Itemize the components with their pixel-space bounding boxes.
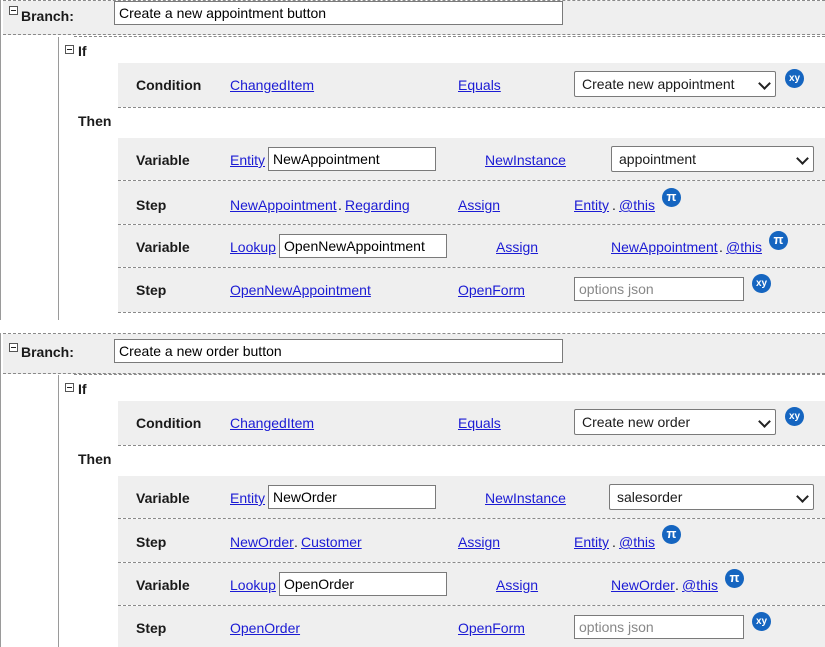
collapse-toggle-icon[interactable] [9,343,18,352]
source-link[interactable]: Entity [574,197,609,213]
then-label: Then [78,451,112,467]
entity-select[interactable]: salesorder [609,484,814,510]
condition-row: Condition ChangedItem Equals Create new … [118,401,825,445]
if-label: If [78,43,87,59]
row-label: Step [136,620,167,636]
step-property-link[interactable]: Regarding [345,197,410,213]
source-link[interactable]: NewOrder [611,577,675,593]
variable-kind-link[interactable]: Lookup [230,577,276,593]
condition-value-text: Create new appointment [582,76,735,92]
chevron-down-icon [758,415,771,428]
variable-name-input[interactable] [279,572,447,596]
condition-label: Condition [136,415,202,431]
variable-kind-link[interactable]: Entity [230,152,265,168]
chevron-down-icon [758,77,771,90]
variable-row: Variable Lookup Assign NewAppointment . … [118,225,825,267]
variable-name-input[interactable] [268,147,436,171]
separator-dot: . [612,197,616,213]
source-property-link[interactable]: @this [682,577,718,593]
options-json-input[interactable] [574,615,744,639]
action-link[interactable]: Assign [458,197,500,213]
entity-select[interactable]: appointment [611,146,814,172]
separator-dot: . [612,534,616,550]
condition-value-text: Create new order [582,414,691,430]
pi-badge-icon[interactable]: π [662,525,681,544]
pi-badge-icon[interactable]: π [725,569,744,588]
separator-dot: . [719,239,723,255]
source-property-link[interactable]: @this [619,534,655,550]
source-property-link[interactable]: @this [726,239,762,255]
options-json-input[interactable] [574,277,744,301]
variable-row: Variable Entity NewInstance appointment [118,138,825,180]
row-label: Variable [136,239,190,255]
action-link[interactable]: Assign [496,577,538,593]
condition-operator-link[interactable]: Equals [458,415,501,431]
row-label: Step [136,282,167,298]
condition-label: Condition [136,77,202,93]
branch-label: Branch: [21,8,74,24]
collapse-toggle-icon[interactable] [9,6,18,15]
step-target-link[interactable]: OpenOrder [230,620,300,636]
variable-name-input[interactable] [268,485,436,509]
variable-badge-icon[interactable]: xy [785,407,804,426]
condition-row: Condition ChangedItem Equals Create new … [118,63,825,107]
condition-field-link[interactable]: ChangedItem [230,77,314,93]
entity-select-text: appointment [619,151,697,167]
variable-kind-link[interactable]: Entity [230,490,265,506]
pi-badge-icon[interactable]: π [769,231,788,250]
action-link[interactable]: Assign [458,534,500,550]
row-label: Variable [136,490,190,506]
action-link[interactable]: OpenForm [458,620,525,636]
source-link[interactable]: NewAppointment [611,239,718,255]
step-row: Step OpenOrder OpenForm xy [118,606,825,647]
then-label: Then [78,113,112,129]
variable-kind-link[interactable]: Lookup [230,239,276,255]
step-target-link[interactable]: OpenNewAppointment [230,282,371,298]
condition-field-link[interactable]: ChangedItem [230,415,314,431]
condition-operator-link[interactable]: Equals [458,77,501,93]
variable-badge-icon[interactable]: xy [752,274,771,293]
entity-select-text: salesorder [617,489,683,505]
row-label: Step [136,534,167,550]
action-link[interactable]: Assign [496,239,538,255]
row-label: Variable [136,577,190,593]
variable-badge-icon[interactable]: xy [752,612,771,631]
if-collapse-toggle-icon[interactable] [65,383,74,392]
if-label: If [78,381,87,397]
action-link[interactable]: NewInstance [485,490,566,506]
separator-dot: . [338,197,342,213]
step-target-link[interactable]: NewAppointment [230,197,337,213]
separator-dot: . [675,577,679,593]
chevron-down-icon [796,490,809,503]
variable-name-input[interactable] [279,234,447,258]
condition-value-select[interactable]: Create new order [574,409,776,435]
source-property-link[interactable]: @this [619,197,655,213]
action-link[interactable]: OpenForm [458,282,525,298]
step-row: Step NewOrder . Customer Assign Entity .… [118,519,825,562]
condition-value-select[interactable]: Create new appointment [574,71,776,97]
branch-name-input[interactable] [114,339,563,363]
variable-badge-icon[interactable]: xy [785,69,804,88]
source-link[interactable]: Entity [574,534,609,550]
branch-header: Branch: [3,1,825,35]
if-collapse-toggle-icon[interactable] [65,45,74,54]
action-link[interactable]: NewInstance [485,152,566,168]
chevron-down-icon [796,152,809,165]
row-label: Step [136,197,167,213]
variable-row: Variable Entity NewInstance salesorder [118,476,825,518]
row-label: Variable [136,152,190,168]
variable-row: Variable Lookup Assign NewOrder . @this … [118,563,825,605]
step-property-link[interactable]: Customer [301,534,362,550]
branch-name-input[interactable] [114,1,563,25]
branch-label: Branch: [21,344,74,360]
branch-header: Branch: [3,334,825,374]
separator-dot: . [294,534,298,550]
step-row: Step OpenNewAppointment OpenForm xy [118,268,825,312]
step-row: Step NewAppointment . Regarding Assign E… [118,181,825,224]
step-target-link[interactable]: NewOrder [230,534,294,550]
pi-badge-icon[interactable]: π [662,188,681,207]
